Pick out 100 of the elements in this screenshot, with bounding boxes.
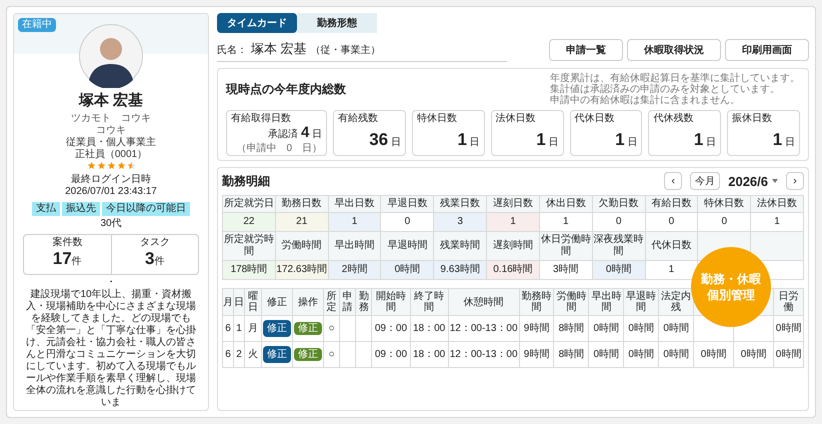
table-cell: 8時間 (558, 349, 584, 360)
table-cell: 6 (225, 323, 231, 334)
stat-value: 36 日 (369, 128, 401, 150)
table-cell: 1 (774, 216, 780, 227)
star-icon (86, 160, 96, 170)
section-title: 勤務明細 (222, 173, 270, 190)
table-cell: 12：00-13：00 (450, 349, 518, 360)
column-header: 勤務日数 (282, 198, 322, 209)
header-button[interactable]: 印刷用画面 (725, 39, 809, 62)
table-cell: 0時間 (776, 349, 802, 360)
table-cell: 0 (721, 216, 727, 227)
tab[interactable]: タイムカード (217, 13, 297, 33)
table-cell: 0時間 (594, 349, 620, 360)
stat-label: 法休日数 (496, 112, 537, 124)
column-header: 日 (234, 296, 244, 308)
scheduled-mark: ○ (328, 349, 335, 360)
table-cell: 0時間 (776, 323, 802, 334)
table-cell: 0 (668, 216, 674, 227)
name-kana: ツカモト コウキ (71, 112, 151, 125)
column-header: 欠勤日数 (598, 198, 639, 209)
stat-value: 1 日 (772, 128, 795, 150)
column-header: 早退日数 (387, 198, 428, 209)
table-cell: 1 (352, 216, 358, 227)
stat-label: 振休日数 (732, 112, 774, 124)
column-header: 休日労働時間 (540, 234, 591, 257)
column-header: 勤務 (358, 291, 369, 313)
header-button[interactable]: 休暇取得状況 (627, 39, 721, 62)
table-cell: 0時間 (740, 349, 766, 360)
table-cell: 火 (248, 349, 258, 360)
column-header: 残業日数 (440, 198, 480, 209)
this-month-button[interactable]: 今月 (690, 172, 720, 190)
table-cell: 178時間 (230, 264, 268, 275)
column-header: 曜日 (248, 291, 258, 313)
pending-count: （申請中 0 日） (236, 142, 322, 154)
table-cell: 0 (404, 216, 410, 227)
status-badge: 在籍中 (18, 18, 56, 32)
age-group: 30代 (100, 218, 122, 230)
edit-button[interactable]: 修正 (263, 346, 292, 363)
employee-category: 従業員・個人事業主 (66, 136, 156, 148)
note-text: 申請中の有給休暇は集計に含まれません。 (550, 94, 741, 106)
table-cell: 12：00-13：00 (450, 323, 518, 334)
badge-text: 個別管理 (707, 287, 755, 303)
table-cell: 2 (236, 349, 242, 360)
previous-month-button[interactable]: ‹ (664, 172, 682, 190)
action-button[interactable]: 修正 (294, 322, 322, 335)
table-cell: 1 (236, 323, 242, 334)
column-header: 勤務時間 (521, 291, 552, 313)
column-header: 労働時間 (282, 240, 322, 251)
column-header: 特休日数 (704, 198, 744, 209)
employment-type: 正社員（0001） (74, 148, 148, 161)
column-header: 早退時間 (387, 240, 428, 251)
stat-value: 1 日 (694, 128, 716, 150)
stat-label: 有給残数 (338, 112, 380, 124)
table-cell: 0時間 (663, 323, 689, 334)
table-cell: 0時間 (628, 323, 654, 334)
stat-value: 承認済 4 日 (268, 124, 322, 142)
column-header: 休出日数 (546, 198, 586, 209)
table-cell: 3 (457, 216, 463, 227)
column-header: 深夜残業時間 (594, 234, 644, 257)
column-header: 終了時間 (414, 291, 444, 313)
scheduled-mark: ○ (328, 323, 335, 334)
stat-label: 代休日数 (574, 112, 616, 124)
action-button[interactable]: 修正 (294, 348, 322, 361)
caret-icon (772, 179, 778, 184)
column-header: 所定就労時間 (224, 234, 274, 257)
header-button[interactable]: 申請一覧 (549, 39, 623, 62)
table-cell: 0時間 (663, 349, 689, 360)
last-login-label: 最終ログイン日時 (71, 174, 151, 186)
tab[interactable]: 勤務形態 (297, 13, 377, 33)
column-header: 操作 (298, 296, 318, 308)
stat-label: 有給取得日数 (231, 112, 292, 124)
column-header: 法休日数 (757, 198, 798, 209)
note-text: 年度累計は、有給休暇起算日を基準に集計しています。 (550, 72, 800, 84)
badge-text: 勤務・休暇 (701, 271, 761, 287)
table-cell: 0時間 (606, 264, 632, 275)
tag: 支払 (32, 202, 60, 216)
table-cell: 3時間 (553, 264, 579, 275)
name-label: 氏名： (217, 44, 247, 58)
table-cell: 1 (510, 216, 516, 227)
section-title: 現時点の今年度内総数 (226, 81, 346, 98)
table-cell: 0時間 (700, 349, 726, 360)
column-header: 日労働 (778, 291, 799, 313)
column-header: 早退時間 (626, 291, 656, 313)
table-cell: 8時間 (558, 323, 584, 334)
column-header: 遅刻時間 (492, 240, 533, 251)
note-text: 集計値は承認済みの申請のみを対象としています。 (550, 84, 781, 94)
next-month-button[interactable]: › (786, 172, 804, 190)
table-cell: 9時間 (524, 349, 550, 360)
column-header: 残業時間 (440, 240, 480, 251)
edit-button[interactable]: 修正 (263, 320, 292, 337)
stat-value: 1 日 (536, 128, 559, 150)
stat-label: 特休日数 (416, 112, 458, 124)
stat-label: 案件数 (52, 236, 82, 249)
column-header: 所定就労日 (224, 198, 274, 209)
employee-name: 塚本 宏基 (78, 92, 144, 111)
month-dropdown[interactable]: 2026/6 (728, 172, 778, 191)
employee-name: 塚本 宏基 (251, 40, 307, 58)
nickname: コウキ (96, 124, 126, 137)
tag: 振込先 (62, 202, 100, 216)
table-cell: 6 (225, 349, 231, 360)
